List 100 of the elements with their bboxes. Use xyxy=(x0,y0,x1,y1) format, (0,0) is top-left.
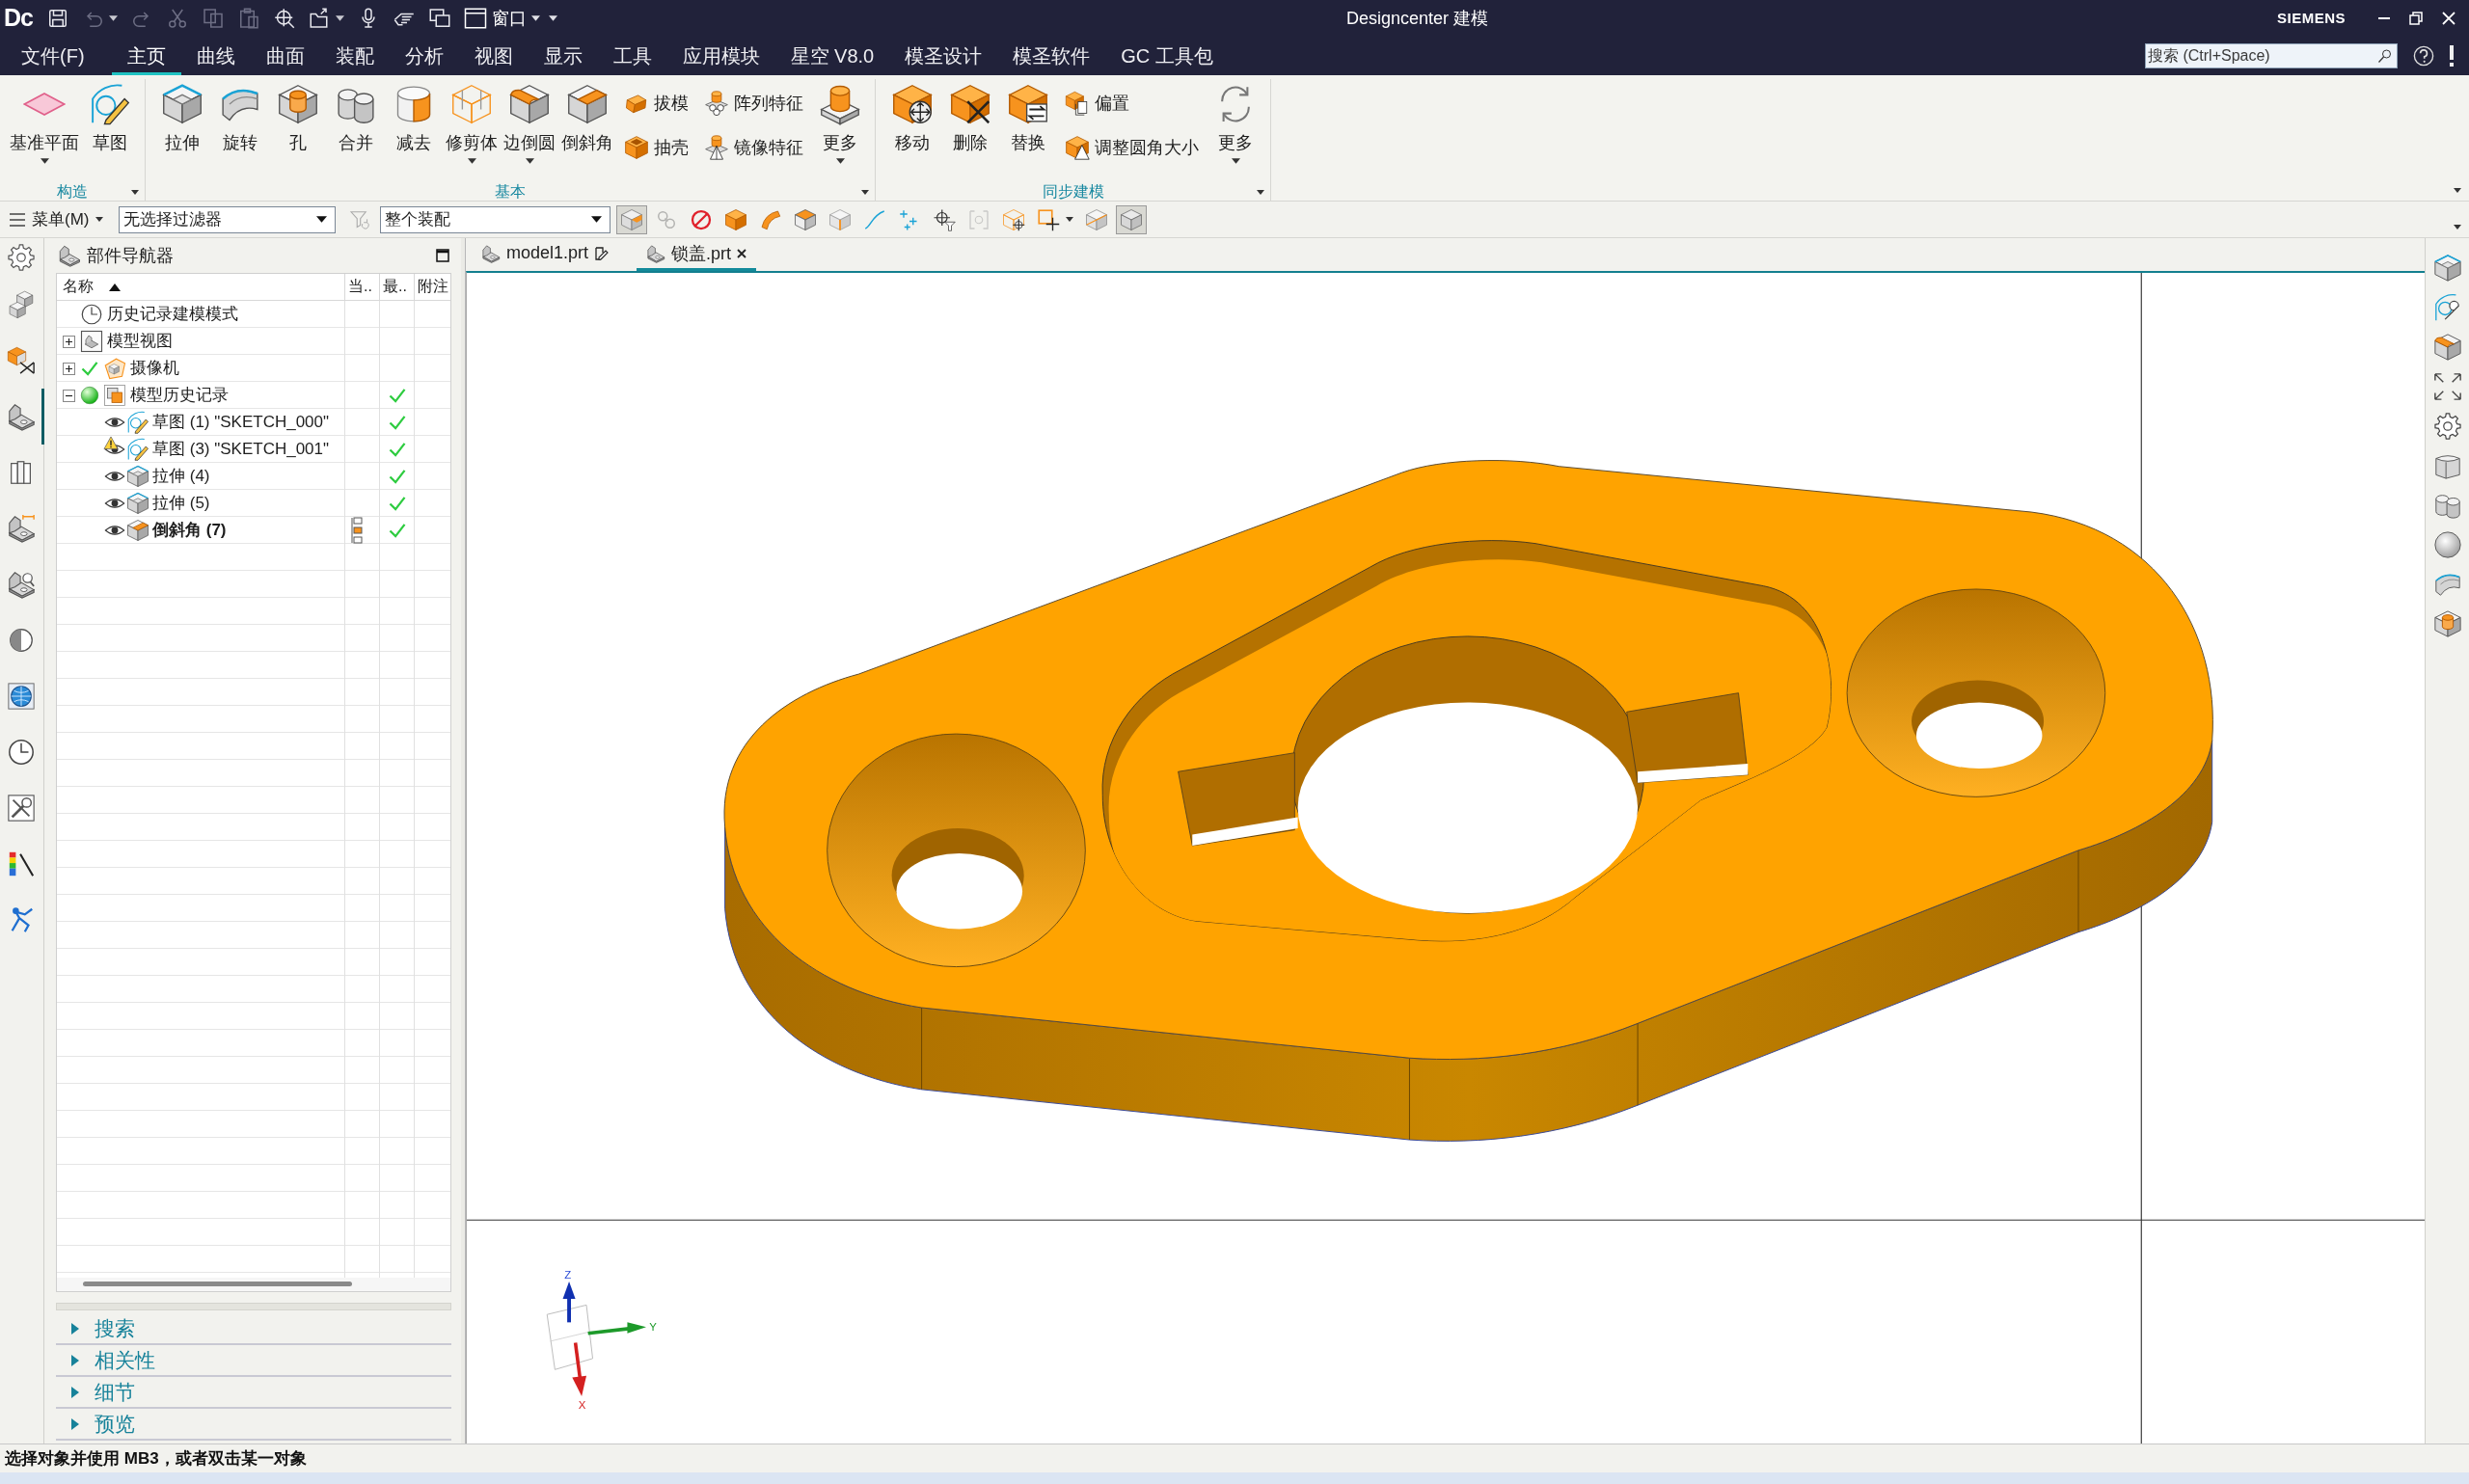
menu-tab[interactable]: 工具 xyxy=(597,36,667,75)
menu-tab[interactable]: 显示 xyxy=(528,36,598,75)
block-triangle-icon xyxy=(1065,135,1090,160)
gear-icon[interactable] xyxy=(2432,412,2462,441)
expand-icon[interactable] xyxy=(63,362,75,375)
tool-button[interactable]: 合并 xyxy=(327,79,385,152)
sketch-pencil-icon xyxy=(89,83,131,125)
search-icon xyxy=(2377,47,2393,64)
tool-button[interactable]: 镜像特征 xyxy=(704,135,803,160)
column-header[interactable]: 附注 xyxy=(415,274,450,300)
wire-cube-icon xyxy=(1120,207,1144,231)
scrollbar-thumb[interactable] xyxy=(83,1282,352,1286)
menu-tab[interactable]: 应用模块 xyxy=(666,36,775,75)
block-offset-icon xyxy=(1065,91,1090,116)
menu-tab[interactable]: 模圣软件 xyxy=(997,36,1106,75)
tools-icon xyxy=(6,794,36,823)
tool-button[interactable]: 删除 xyxy=(941,79,999,152)
eye-icon[interactable] xyxy=(104,469,125,484)
crosshair-icon[interactable] xyxy=(272,6,296,30)
wireframe-box-icon xyxy=(450,83,493,125)
eye-icon[interactable] xyxy=(104,496,125,511)
tool-button[interactable]: 偏置 xyxy=(1065,91,1199,116)
tool-button[interactable]: 更多 xyxy=(1207,79,1264,164)
panel-header[interactable]: 细节 xyxy=(56,1377,451,1409)
column-header[interactable]: 最.. xyxy=(380,274,415,300)
eye-icon[interactable] xyxy=(104,415,125,430)
sketch-wrench-icon[interactable] xyxy=(2432,293,2462,322)
tool-button[interactable]: 移动 xyxy=(883,79,941,152)
maximize-icon[interactable] xyxy=(436,249,449,262)
menu-tab[interactable]: 模圣设计 xyxy=(889,36,998,75)
extruded-block-icon[interactable] xyxy=(2432,254,2462,283)
tool-button[interactable]: 拉伸 xyxy=(153,79,211,152)
tree-item[interactable]: 模型视图 xyxy=(107,331,173,352)
column-header[interactable]: 当.. xyxy=(345,274,380,300)
menu-tab[interactable]: 分析 xyxy=(389,36,459,75)
caret-icon[interactable] xyxy=(108,14,118,21)
help-icon[interactable] xyxy=(2413,44,2434,67)
tree-item[interactable]: 拉伸 (4) xyxy=(152,466,210,487)
menu-button[interactable]: 菜单(M) xyxy=(8,208,106,230)
framed-part-icon xyxy=(80,330,103,353)
tool-button[interactable]: 拔模 xyxy=(624,91,689,116)
stacked-cubes-icon xyxy=(6,290,36,319)
caret-icon[interactable] xyxy=(2454,225,2461,229)
chamfered-block-icon xyxy=(566,83,609,125)
menu-tab[interactable]: 星空 V8.0 xyxy=(774,36,890,75)
eye-icon[interactable] xyxy=(104,523,125,538)
search-field[interactable]: 搜索 (Ctrl+Space) xyxy=(2145,42,2398,68)
tree-item[interactable]: 历史记录建模模式 xyxy=(107,304,238,325)
bracket-part-icon xyxy=(481,243,501,263)
tool-button[interactable]: 旋转 xyxy=(211,79,269,152)
tool-button[interactable]: 基准平面 xyxy=(8,79,81,164)
selection-filter-dropdown[interactable]: 无选择过滤器 xyxy=(119,205,337,233)
menu-tab[interactable]: 曲面 xyxy=(250,36,320,75)
tool-button[interactable]: 草图 xyxy=(81,79,139,152)
tool-button[interactable]: 抽壳 xyxy=(624,135,689,160)
tree-item[interactable]: 草图 (3) "SKETCH_001" xyxy=(152,439,330,460)
tree-item[interactable]: 拉伸 (5) xyxy=(152,493,210,514)
caret-icon xyxy=(1066,217,1074,222)
menu-tab[interactable]: 装配 xyxy=(319,36,390,75)
expand-icon[interactable] xyxy=(63,335,75,348)
menu-tab[interactable]: 文件(F) xyxy=(6,36,100,75)
caret-icon[interactable] xyxy=(335,14,344,21)
tool-button[interactable]: 更多 xyxy=(811,79,869,164)
tree-item[interactable]: 摄像机 xyxy=(130,358,179,379)
overlapping-windows-icon[interactable] xyxy=(427,6,451,30)
tool-button[interactable]: 阵列特征 xyxy=(704,91,803,116)
tool-button[interactable]: 减去 xyxy=(385,79,443,152)
tree-item[interactable]: 模型历史记录 xyxy=(130,385,229,406)
panel-header[interactable]: 搜索 xyxy=(56,1313,451,1345)
menu-tab[interactable]: GC 工具包 xyxy=(1105,36,1229,75)
tool-button[interactable]: 倒斜角 xyxy=(558,79,616,152)
collapse-icon[interactable] xyxy=(63,389,75,402)
close-icon[interactable] xyxy=(737,248,747,258)
exclamation-icon[interactable] xyxy=(2450,44,2454,67)
minimize-icon[interactable] xyxy=(2378,16,2390,19)
panel-header[interactable]: 预览 xyxy=(56,1409,451,1441)
scope-dropdown[interactable]: 整个装配 xyxy=(380,205,611,233)
window-menu-button[interactable]: 窗口 xyxy=(463,6,540,30)
menu-tab[interactable]: 视图 xyxy=(458,36,529,75)
column-header[interactable]: 名称 xyxy=(57,274,345,300)
sphere-icon[interactable] xyxy=(2432,530,2462,559)
block-hole-icon[interactable] xyxy=(2432,609,2462,638)
caret-icon[interactable] xyxy=(2454,188,2461,193)
tool-button[interactable]: 替换 xyxy=(999,79,1057,152)
menu-tab[interactable]: 曲线 xyxy=(180,36,251,75)
tool-button[interactable]: 边倒圆 xyxy=(501,79,558,164)
expand-arrows-icon[interactable] xyxy=(2432,372,2462,401)
tool-button[interactable]: 修剪体 xyxy=(443,79,501,164)
caret-icon[interactable] xyxy=(131,190,139,195)
rounded-edge-block-icon[interactable] xyxy=(2432,333,2462,362)
caret-icon[interactable] xyxy=(861,190,869,195)
restore-icon[interactable] xyxy=(2409,11,2423,25)
caret-icon[interactable] xyxy=(1257,190,1264,195)
panel-header[interactable]: 相关性 xyxy=(56,1345,451,1377)
tree-item[interactable]: 倒斜角 (7) xyxy=(152,520,227,541)
caret-icon xyxy=(316,216,328,223)
document-tab[interactable]: model1.prt xyxy=(472,238,620,271)
tool-button[interactable]: 调整圆角大小 xyxy=(1065,135,1199,160)
tool-button[interactable]: 孔 xyxy=(269,79,327,152)
tree-item[interactable]: 草图 (1) "SKETCH_000" xyxy=(152,412,330,433)
